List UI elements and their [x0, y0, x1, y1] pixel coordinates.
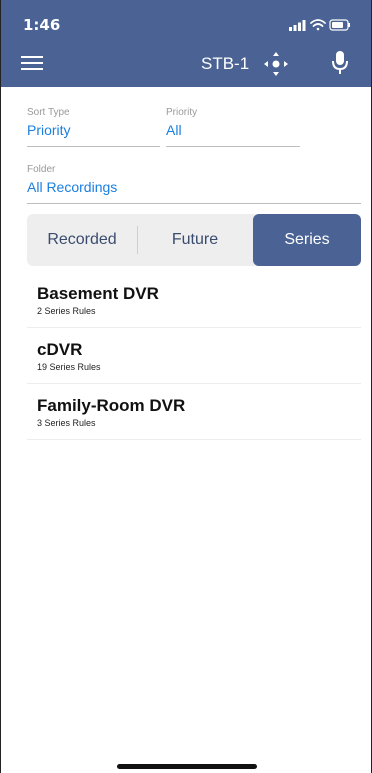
- series-rule-count: 3 Series Rules: [37, 418, 96, 428]
- segment-recorded[interactable]: Recorded: [27, 214, 137, 266]
- dvr-name: Basement DVR: [37, 284, 159, 303]
- priority-underline: [166, 146, 300, 147]
- view-segmented-control: Recorded Future Series: [27, 214, 361, 266]
- folder-value[interactable]: All Recordings: [27, 179, 361, 195]
- sort-type-underline: [27, 146, 160, 147]
- priority-field[interactable]: Priority All: [166, 107, 300, 147]
- dvr-name: cDVR: [37, 340, 83, 359]
- device-selector[interactable]: STB-1: [201, 54, 249, 74]
- nav-bar: STB-1: [1, 40, 371, 87]
- app-frame: 1:46 STB-1 Sort Type Priority Priority A…: [0, 0, 372, 773]
- home-indicator[interactable]: [117, 764, 257, 769]
- battery-icon: [329, 19, 350, 31]
- sort-type-field[interactable]: Sort Type Priority: [27, 107, 160, 147]
- dvr-list: Basement DVR 2 Series Rules cDVR 19 Seri…: [27, 272, 361, 440]
- folder-field[interactable]: Folder All Recordings: [27, 164, 361, 204]
- sort-type-label: Sort Type: [27, 107, 70, 118]
- microphone-icon[interactable]: [331, 50, 349, 76]
- segment-series[interactable]: Series: [253, 214, 361, 266]
- signal-icon: [289, 20, 306, 31]
- list-item[interactable]: Family-Room DVR 3 Series Rules: [27, 384, 361, 440]
- list-item[interactable]: cDVR 19 Series Rules: [27, 328, 361, 384]
- wifi-icon: [310, 19, 326, 31]
- segment-divider: [137, 226, 138, 254]
- folder-label: Folder: [27, 164, 56, 175]
- priority-value[interactable]: All: [166, 122, 300, 138]
- segment-future[interactable]: Future: [139, 214, 251, 266]
- folder-underline: [27, 203, 361, 204]
- series-rule-count: 2 Series Rules: [37, 306, 96, 316]
- priority-label: Priority: [166, 107, 198, 118]
- dvr-name: Family-Room DVR: [37, 396, 186, 415]
- series-rule-count: 19 Series Rules: [37, 362, 101, 372]
- status-bar: 1:46: [1, 0, 371, 40]
- sort-type-value[interactable]: Priority: [27, 122, 160, 138]
- status-time: 1:46: [23, 16, 61, 34]
- menu-icon[interactable]: [21, 56, 43, 70]
- list-item[interactable]: Basement DVR 2 Series Rules: [27, 272, 361, 328]
- remote-dpad-icon[interactable]: [263, 51, 289, 77]
- status-icons: [289, 19, 350, 31]
- top-bar: 1:46 STB-1: [1, 0, 371, 87]
